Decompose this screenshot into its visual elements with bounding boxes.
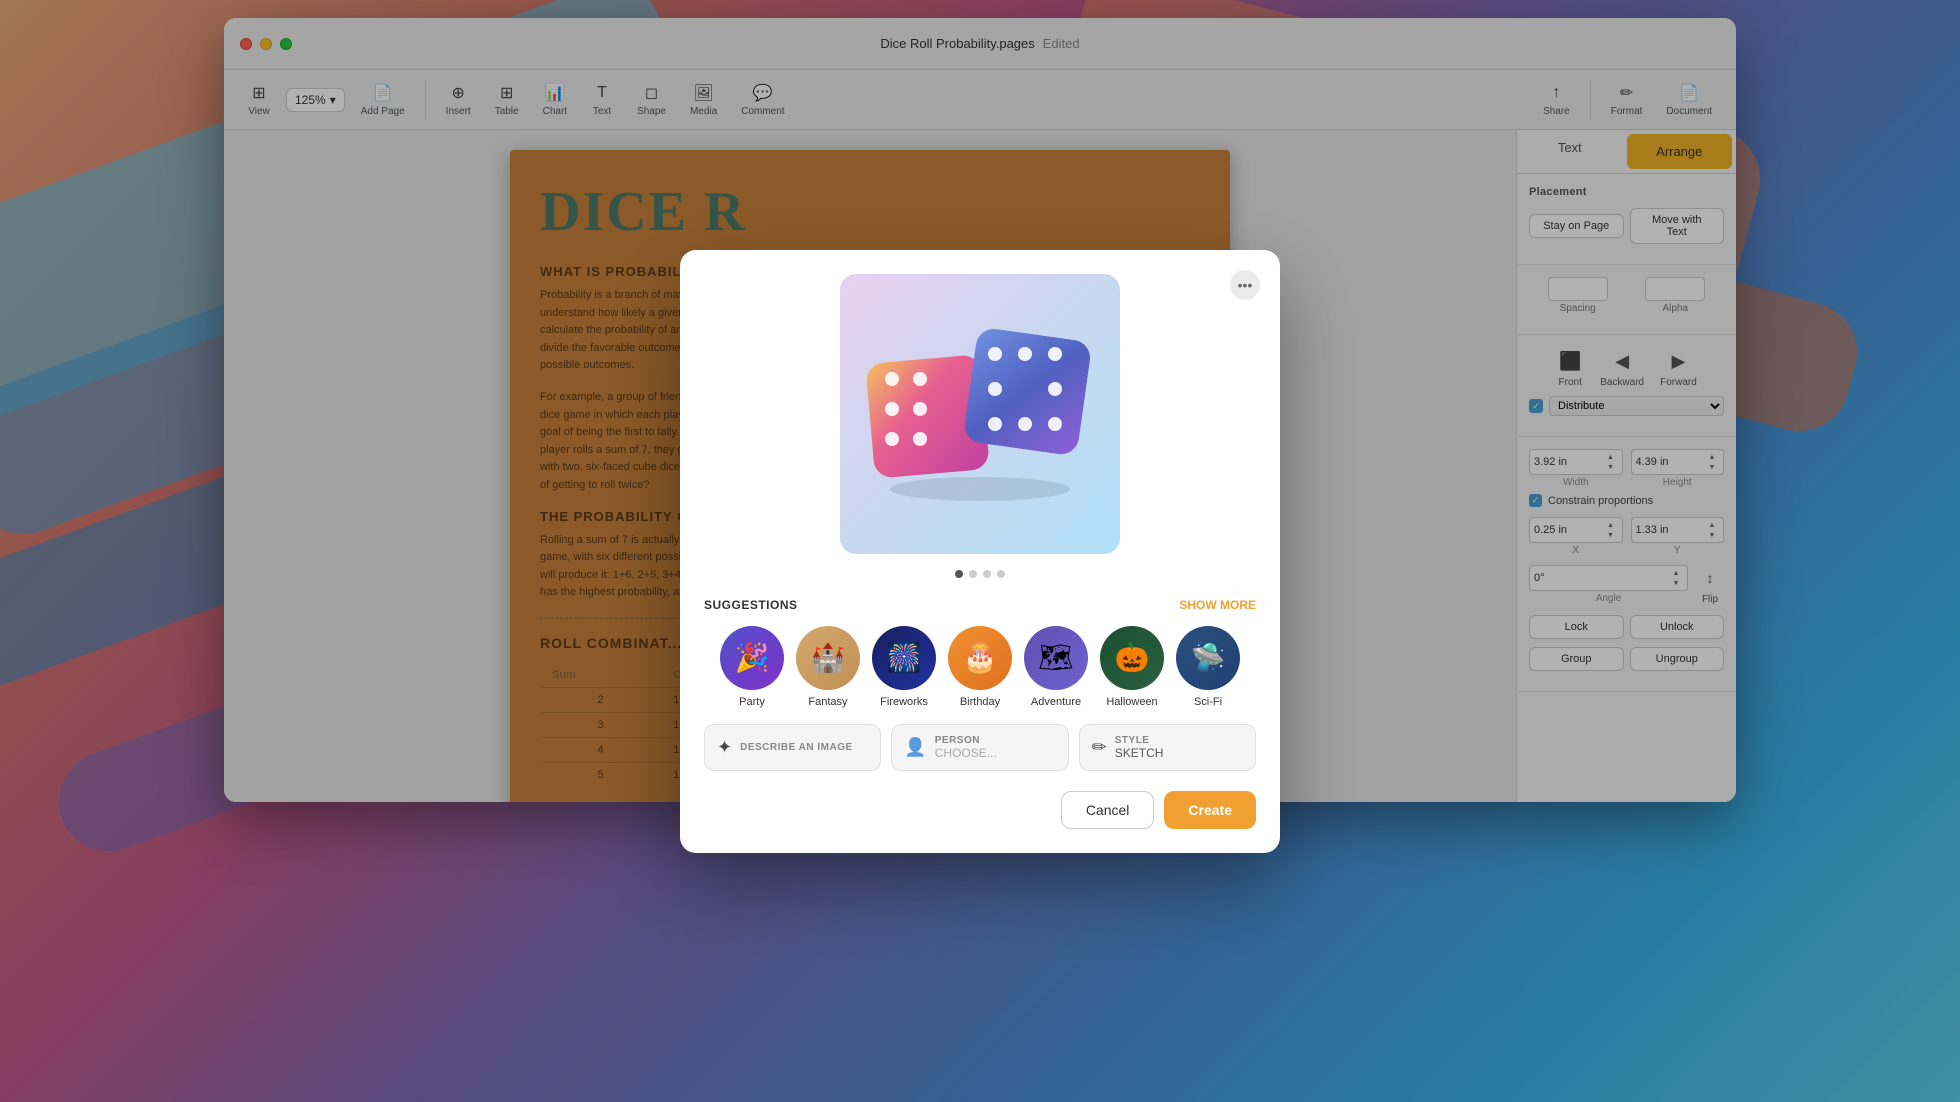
- style-value: SKETCH: [1115, 746, 1164, 760]
- party-label: Party: [739, 696, 765, 708]
- page-dot-3[interactable]: [983, 570, 991, 578]
- person-field[interactable]: 👤 PERSON CHOOSE...: [891, 724, 1068, 771]
- modal-footer: Cancel Create: [704, 791, 1256, 829]
- scifi-icon: 🛸: [1176, 626, 1240, 690]
- describe-text: DESCRIBE AN IMAGE: [740, 742, 853, 753]
- fireworks-label: Fireworks: [880, 696, 928, 708]
- person-label: PERSON: [935, 735, 997, 746]
- more-options-button[interactable]: •••: [1230, 270, 1260, 300]
- person-text: PERSON CHOOSE...: [935, 735, 997, 760]
- style-label: STYLE: [1115, 735, 1164, 746]
- modal-overlay: •••: [0, 0, 1960, 1102]
- suggestion-halloween[interactable]: 🎃 Halloween: [1100, 626, 1164, 708]
- adventure-label: Adventure: [1031, 696, 1081, 708]
- scifi-label: Sci-Fi: [1194, 696, 1222, 708]
- more-options-icon: •••: [1238, 277, 1253, 293]
- describe-icon: ✦: [717, 737, 732, 758]
- suggestion-items: 🎉 Party 🏰 Fantasy 🎆 Fireworks 🎂 Birthday…: [704, 626, 1256, 708]
- create-button[interactable]: Create: [1164, 791, 1256, 829]
- page-dot-4[interactable]: [997, 570, 1005, 578]
- suggestion-party[interactable]: 🎉 Party: [720, 626, 784, 708]
- page-dot-1[interactable]: [955, 570, 963, 578]
- image-preview: [840, 274, 1120, 554]
- fireworks-icon: 🎆: [872, 626, 936, 690]
- suggestion-scifi[interactable]: 🛸 Sci-Fi: [1176, 626, 1240, 708]
- adventure-icon: 🗺: [1024, 626, 1088, 690]
- party-icon: 🎉: [720, 626, 784, 690]
- page-dot-2[interactable]: [969, 570, 977, 578]
- person-icon: 👤: [904, 737, 926, 758]
- generation-inputs: ✦ DESCRIBE AN IMAGE 👤 PERSON CHOOSE... ✏…: [704, 724, 1256, 771]
- birthday-label: Birthday: [960, 696, 1000, 708]
- style-field[interactable]: ✏ STYLE SKETCH: [1079, 724, 1256, 771]
- image-generation-modal: •••: [680, 250, 1280, 853]
- person-value: CHOOSE...: [935, 746, 997, 760]
- pagination-dots: [704, 570, 1256, 578]
- suggestion-adventure[interactable]: 🗺 Adventure: [1024, 626, 1088, 708]
- show-more-button[interactable]: SHOW MORE: [1179, 598, 1256, 612]
- fantasy-label: Fantasy: [808, 696, 847, 708]
- suggestions-header: SUGGESTIONS SHOW MORE: [704, 598, 1256, 612]
- suggestion-fantasy[interactable]: 🏰 Fantasy: [796, 626, 860, 708]
- fantasy-icon: 🏰: [796, 626, 860, 690]
- suggestion-fireworks[interactable]: 🎆 Fireworks: [872, 626, 936, 708]
- suggestions-title: SUGGESTIONS: [704, 598, 798, 612]
- birthday-icon: 🎂: [948, 626, 1012, 690]
- describe-label: DESCRIBE AN IMAGE: [740, 742, 853, 753]
- halloween-label: Halloween: [1106, 696, 1157, 708]
- style-icon: ✏: [1092, 737, 1107, 758]
- cancel-button[interactable]: Cancel: [1061, 791, 1155, 829]
- dice-image: [860, 314, 1100, 514]
- halloween-icon: 🎃: [1100, 626, 1164, 690]
- describe-field[interactable]: ✦ DESCRIBE AN IMAGE: [704, 724, 881, 771]
- suggestion-birthday[interactable]: 🎂 Birthday: [948, 626, 1012, 708]
- style-text: STYLE SKETCH: [1115, 735, 1164, 760]
